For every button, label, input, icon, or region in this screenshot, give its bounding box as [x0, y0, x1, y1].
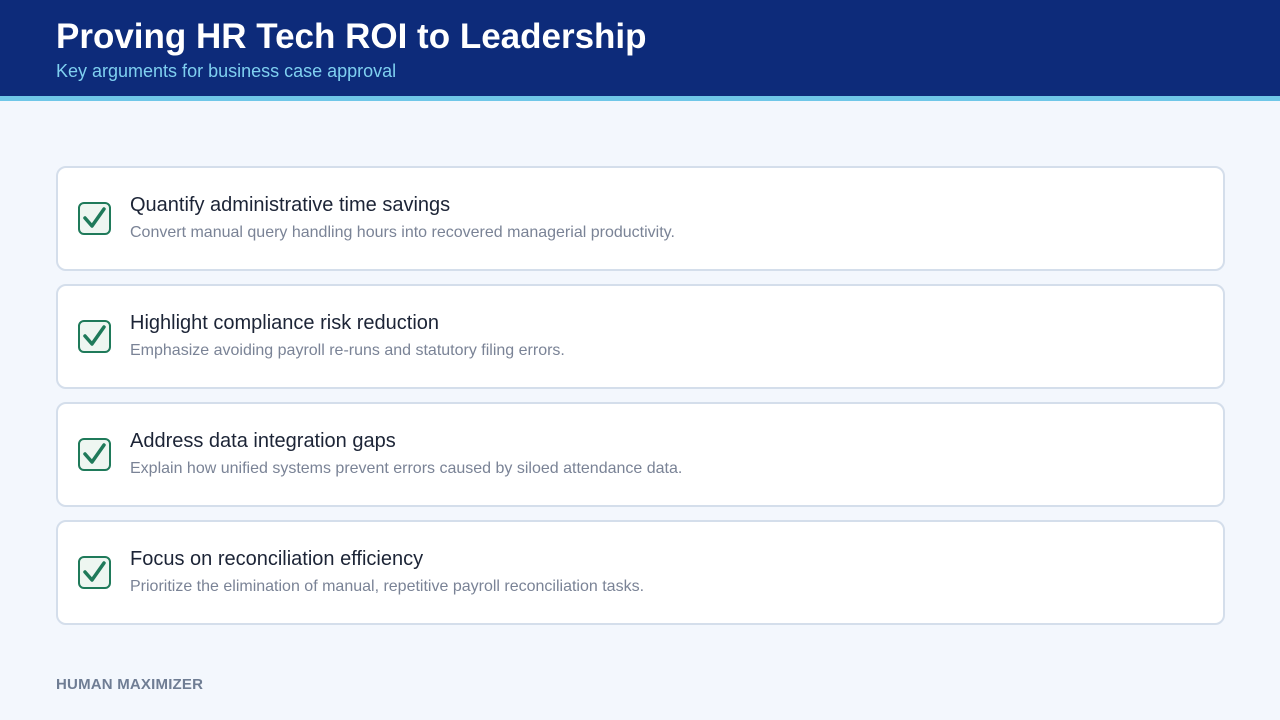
- footer-brand: HUMAN MAXIMIZER: [56, 676, 204, 693]
- argument-description: Emphasize avoiding payroll re-runs and s…: [130, 342, 565, 359]
- argument-card-compliance: Highlight compliance risk reduction Emph…: [56, 284, 1225, 389]
- argument-description: Explain how unified systems prevent erro…: [130, 460, 683, 477]
- header-bar: Proving HR Tech ROI to Leadership Key ar…: [0, 0, 1280, 101]
- argument-title: Focus on reconciliation efficiency: [130, 548, 424, 570]
- argument-description: Prioritize the elimination of manual, re…: [130, 578, 645, 595]
- checkbox-checked-icon: [78, 438, 111, 471]
- checkbox-checked-icon: [78, 556, 111, 589]
- argument-card-reconciliation: Focus on reconciliation efficiency Prior…: [56, 520, 1225, 625]
- argument-title: Address data integration gaps: [130, 430, 396, 452]
- argument-title: Highlight compliance risk reduction: [130, 312, 440, 334]
- page-subtitle: Key arguments for business case approval: [56, 61, 397, 81]
- argument-description: Convert manual query handling hours into…: [130, 224, 675, 241]
- checkbox-checked-icon: [78, 320, 111, 353]
- page-title: Proving HR Tech ROI to Leadership: [56, 17, 647, 56]
- argument-card-data-integration: Address data integration gaps Explain ho…: [56, 402, 1225, 507]
- argument-card-time-savings: Quantify administrative time savings Con…: [56, 166, 1225, 271]
- argument-title: Quantify administrative time savings: [130, 194, 451, 216]
- argument-list: Quantify administrative time savings Con…: [56, 166, 1225, 638]
- checkbox-checked-icon: [78, 202, 111, 235]
